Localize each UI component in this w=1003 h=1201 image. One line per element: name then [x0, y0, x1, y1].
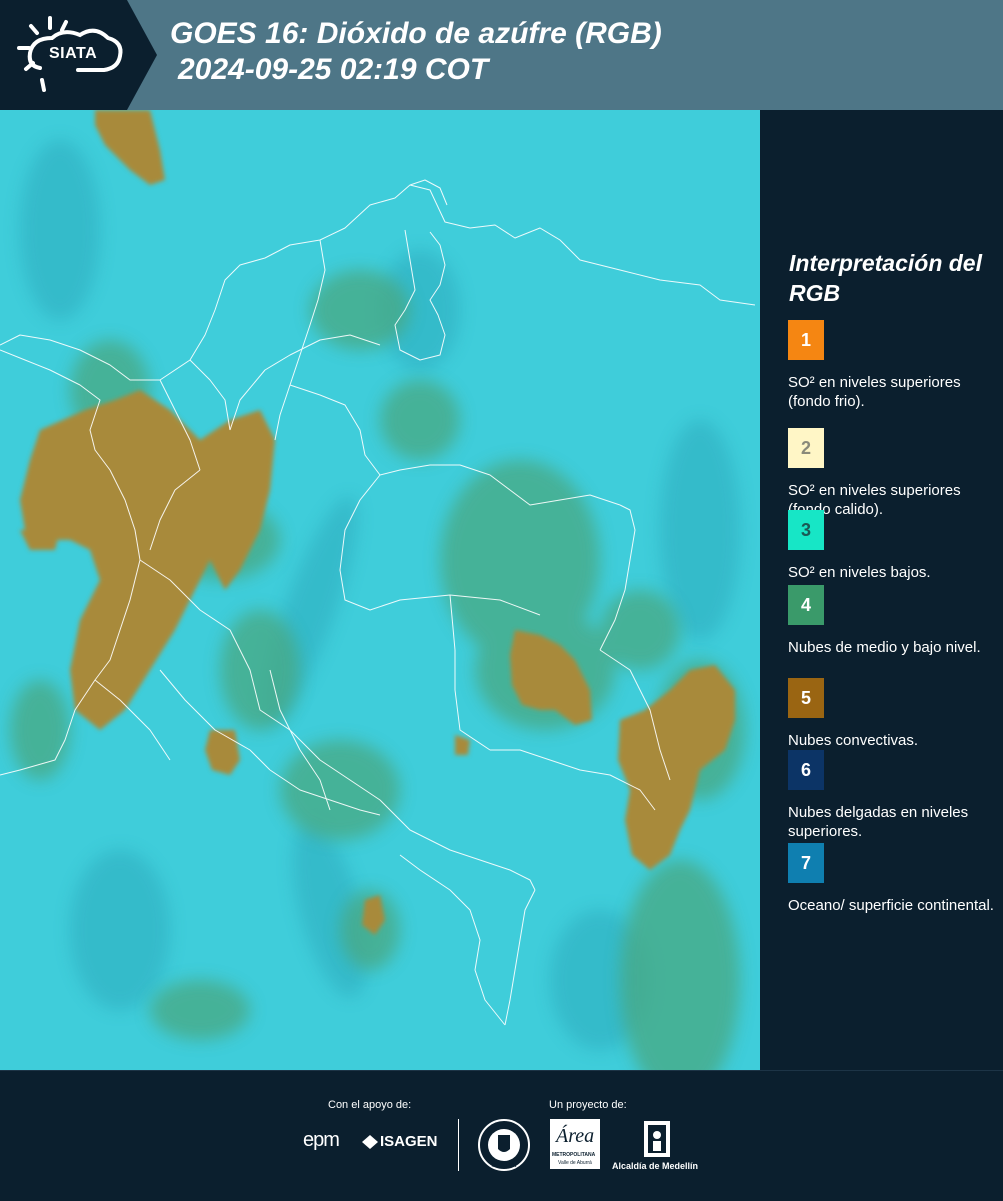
coat-of-arms-icon — [644, 1121, 670, 1157]
legend-swatch: 7 — [788, 843, 824, 883]
title-product: GOES 16: Dióxido de azúfre (RGB) — [170, 17, 662, 50]
seal-text: MEDELLÍN — [491, 1163, 517, 1169]
legend-item-3: 3 SO² en niveles bajos. — [788, 510, 998, 582]
legend-item-5: 5 Nubes convectivas. — [788, 678, 998, 750]
area-sub1: METROPOLITANA — [552, 1152, 596, 1158]
legend-label: Nubes convectivas. — [788, 732, 919, 749]
legend-swatch: 4 — [788, 585, 824, 625]
page-title: GOES 16: Dióxido de azúfre (RGB) 2024-09… — [170, 16, 662, 88]
legend-swatch: 3 — [788, 510, 824, 550]
medellin-seal-logo: MEDELLÍN — [478, 1119, 530, 1171]
area-name: Área — [556, 1125, 595, 1147]
legend-label: Oceano/ superficie continental. — [788, 897, 994, 914]
title-timestamp: 2024-09-25 02:19 COT — [178, 53, 489, 86]
support-label: Con el apoyo de: — [328, 1099, 412, 1111]
legend-swatch: 5 — [788, 678, 824, 718]
siata-logo: SIATA — [0, 0, 157, 110]
seal-icon — [488, 1129, 520, 1161]
legend-item-7: 7 Oceano/ superficie continental. — [788, 843, 998, 915]
footer-divider — [458, 1119, 459, 1171]
map-canvas — [0, 110, 760, 1100]
legend-item-6: 6 Nubes delgadas en niveles superiores. — [788, 750, 998, 841]
legend-item-4: 4 Nubes de medio y bajo nivel. — [788, 585, 998, 657]
legend-label: Nubes delgadas en niveles superiores. — [788, 804, 969, 840]
legend-swatch: 2 — [788, 428, 824, 468]
legend-title: Interpretación del RGB — [789, 250, 982, 306]
alcaldia-text: Alcaldía de Medellín — [612, 1161, 699, 1171]
area-sub2: Valle de Aburrá — [558, 1160, 592, 1166]
legend-label: SO² en niveles superiores (fondo frio). — [788, 374, 961, 410]
siata-logo-text: SIATA — [49, 45, 98, 62]
legend-swatch: 6 — [788, 750, 824, 790]
epm-logo: epm — [303, 1129, 340, 1151]
legend-swatch: 1 — [788, 320, 824, 360]
legend-label: Nubes de medio y bajo nivel. — [788, 639, 981, 656]
legend-item-1: 1 SO² en niveles superiores (fondo frio). — [788, 320, 998, 411]
satellite-map — [0, 110, 760, 1100]
isagen-text: ISAGEN — [380, 1133, 438, 1150]
alcaldia-logo: Alcaldía de Medellín — [612, 1119, 702, 1179]
area-metropolitana-logo: Área METROPOLITANA Valle de Aburrá — [550, 1119, 600, 1169]
project-label: Un proyecto de: — [549, 1099, 627, 1111]
header-bar: SIATA GOES 16: Dióxido de azúfre (RGB) 2… — [0, 0, 1003, 110]
isagen-icon — [362, 1135, 378, 1149]
footer-bar: Con el apoyo de: Un proyecto de: epm ISA… — [0, 1070, 1003, 1201]
legend-label: SO² en niveles bajos. — [788, 564, 931, 581]
legend-panel: Interpretación del RGB 1 SO² en niveles s… — [760, 110, 1003, 1070]
legend-item-2: 2 SO² en niveles superiores (fondo calido… — [788, 428, 998, 519]
